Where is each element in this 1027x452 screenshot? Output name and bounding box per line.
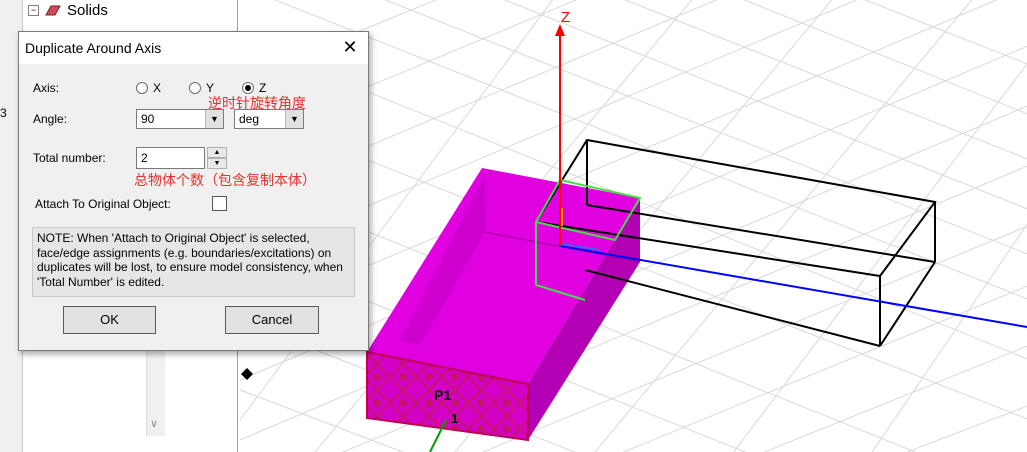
duplicate-around-axis-dialog: Duplicate Around Axis ✕ Axis: X Y Z Angl… [18,31,369,351]
ok-button[interactable]: OK [63,306,156,334]
close-button[interactable]: ✕ [338,36,362,60]
count-annotation: 总物体个数（包含复制本体） [134,172,316,188]
attach-label: Attach To Original Object: [35,197,171,211]
angle-value: 90 [141,112,155,126]
angle-label: Angle: [33,112,68,126]
tree-item-solids[interactable]: − Solids [28,1,108,19]
radio-button-icon[interactable] [136,82,148,94]
port-label: P1 [434,387,451,403]
axis-label: Axis: [33,81,60,95]
tree-item-label: Solids [67,1,108,19]
angle-annotation: 逆时针旋转角度 [208,95,306,111]
row-number: 3 [0,106,7,120]
spin-up-button[interactable]: ▲ [207,147,227,158]
spin-down-button[interactable]: ▼ [207,158,227,169]
dialog-title: Duplicate Around Axis [25,40,162,56]
collapse-icon[interactable]: − [28,4,39,16]
angle-unit-value: deg [239,112,260,126]
x-axis-line [559,245,1027,328]
axis-radio-x[interactable]: X [136,81,161,95]
port-number: 1 [451,411,458,426]
note-text: NOTE: When 'Attach to Original Object' i… [32,227,355,297]
solids-icon [45,5,61,16]
attach-checkbox[interactable] [212,196,227,211]
radio-button-icon[interactable] [189,82,201,94]
total-number-label: Total number: [33,151,106,165]
cancel-button[interactable]: Cancel [225,306,319,334]
scroll-down-icon[interactable]: ∨ [150,417,158,430]
magenta-box[interactable] [366,168,641,442]
z-axis-label: Z [561,9,570,26]
dialog-title-bar[interactable]: Duplicate Around Axis ✕ [19,32,368,64]
total-number-input[interactable]: 2 [136,147,205,169]
vertex-marker[interactable] [241,368,253,380]
